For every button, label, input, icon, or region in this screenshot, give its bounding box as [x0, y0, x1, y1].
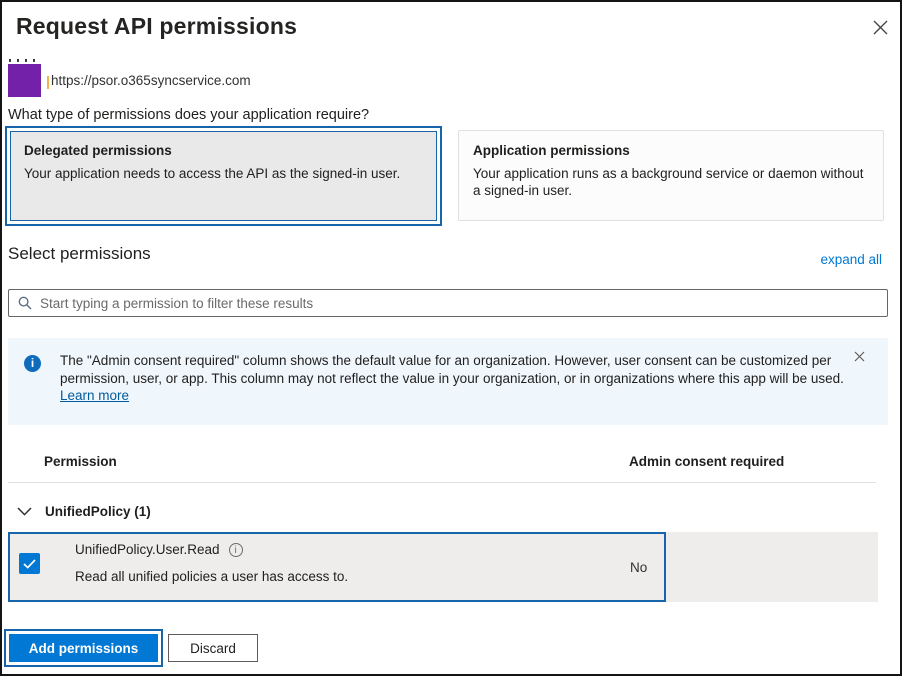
page-title: Request API permissions — [16, 13, 297, 40]
discard-button[interactable]: Discard — [168, 634, 258, 662]
banner-close-icon — [854, 349, 865, 367]
close-icon — [873, 20, 888, 40]
app-logo — [8, 64, 41, 97]
permission-search-box — [8, 289, 888, 317]
request-api-permissions-dialog: Request API permissions https://psor.o36… — [0, 0, 902, 676]
admin-consent-value: No — [630, 560, 647, 575]
permission-name: UnifiedPolicy.User.Read — [75, 542, 220, 557]
select-permissions-heading: Select permissions — [8, 244, 151, 264]
info-icon: i — [24, 355, 41, 372]
add-permissions-focus-ring: Add permissions — [4, 629, 163, 667]
chevron-down-icon — [17, 507, 32, 516]
permission-type-question: What type of permissions does your appli… — [8, 107, 369, 123]
delegated-card-title: Delegated permissions — [24, 143, 423, 158]
banner-dismiss-button[interactable] — [850, 349, 868, 367]
delegated-card-description: Your application needs to access the API… — [24, 165, 423, 182]
permission-info-icon[interactable]: i — [229, 543, 243, 557]
column-header-permission: Permission — [44, 454, 117, 469]
group-label: UnifiedPolicy (1) — [45, 504, 151, 519]
application-permissions-card[interactable]: Application permissions Your application… — [458, 130, 884, 221]
add-permissions-button[interactable]: Add permissions — [9, 634, 158, 662]
search-input[interactable] — [40, 296, 878, 311]
admin-consent-info-banner: i The "Admin consent required" column sh… — [8, 338, 888, 425]
delegated-permissions-card-inner: Delegated permissions Your application n… — [10, 131, 437, 221]
permission-description: Read all unified policies a user has acc… — [75, 569, 348, 584]
permission-checkbox-checked[interactable] — [19, 553, 40, 574]
table-header-divider — [8, 482, 876, 483]
application-card-description: Your application runs as a background se… — [473, 165, 869, 199]
api-url-label: https://psor.o365syncservice.com — [51, 73, 251, 88]
expand-all-link[interactable]: expand all — [820, 252, 882, 267]
permission-name-row-content: UnifiedPolicy.User.Read i — [75, 542, 243, 557]
banner-text: The "Admin consent required" column show… — [60, 352, 850, 405]
learn-more-link[interactable]: Learn more — [60, 388, 129, 403]
application-card-title: Application permissions — [473, 143, 869, 158]
permission-group-unifiedpolicy[interactable]: UnifiedPolicy (1) — [8, 490, 876, 532]
close-button[interactable] — [868, 18, 892, 42]
delegated-permissions-card[interactable]: Delegated permissions Your application n… — [5, 126, 442, 226]
app-logo-artifact — [47, 76, 49, 89]
search-icon — [18, 296, 32, 310]
checkmark-icon — [23, 559, 36, 569]
banner-message: The "Admin consent required" column show… — [60, 353, 844, 386]
column-header-admin-consent: Admin consent required — [629, 454, 784, 469]
